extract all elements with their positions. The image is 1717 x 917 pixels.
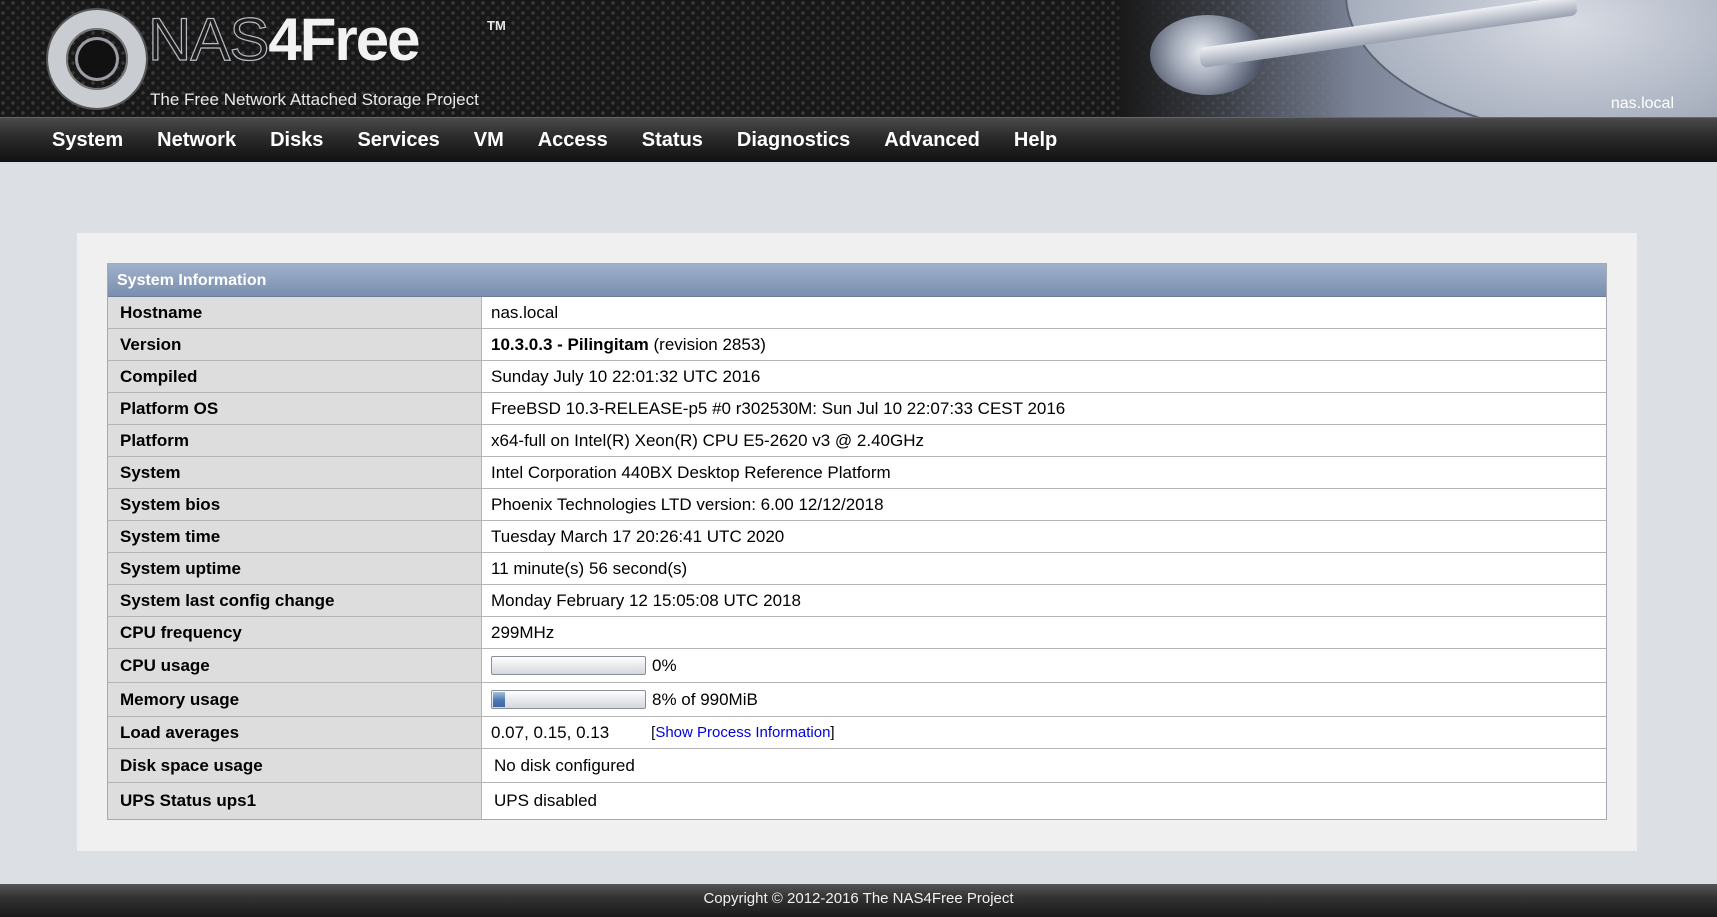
logo-name-bold: 4Free xyxy=(268,6,420,73)
footer: Copyright © 2012-2016 The NAS4Free Proje… xyxy=(0,884,1717,917)
table-title: System Information xyxy=(108,264,1606,297)
table-row-version: Version 10.3.0.3 - Pilingitam (revision … xyxy=(108,329,1606,361)
show-process-information-link[interactable]: Show Process Information xyxy=(655,724,830,741)
nav-item-vm[interactable]: VM xyxy=(457,118,521,163)
row-label: Platform OS xyxy=(108,393,482,424)
table-row-load-averages: Load averages 0.07, 0.15, 0.13 [Show Pro… xyxy=(108,717,1606,749)
logo-tagline: The Free Network Attached Storage Projec… xyxy=(150,90,479,109)
nav-item-help[interactable]: Help xyxy=(997,118,1074,163)
row-value: 0.07, 0.15, 0.13 [Show Process Informati… xyxy=(482,717,1606,748)
row-label: Memory usage xyxy=(108,683,482,716)
row-value: 8% of 990MiB xyxy=(482,683,1606,716)
memory-usage-bar-fill xyxy=(493,692,506,707)
row-value: 0% xyxy=(482,649,1606,682)
row-value: Tuesday March 17 20:26:41 UTC 2020 xyxy=(491,526,785,546)
cpu-usage-bar xyxy=(491,656,646,675)
row-label: Compiled xyxy=(108,361,482,392)
table-row-compiled: Compiled Sunday July 10 22:01:32 UTC 201… xyxy=(108,361,1606,393)
nav-item-network[interactable]: Network xyxy=(140,118,253,163)
version-number: 10.3.0.3 - Pilingitam xyxy=(491,334,649,354)
cpu-usage-text: 0% xyxy=(652,655,677,675)
nav-item-advanced[interactable]: Advanced xyxy=(867,118,997,163)
row-label: System xyxy=(108,457,482,488)
bracket-close: ] xyxy=(830,724,835,741)
table-row-cpu-frequency: CPU frequency 299MHz xyxy=(108,617,1606,649)
table-row-platform-os: Platform OS FreeBSD 10.3-RELEASE-p5 #0 r… xyxy=(108,393,1606,425)
logo-name-light: NAS xyxy=(147,5,270,73)
header-banner: NAS4Free TM The Free Network Attached St… xyxy=(0,0,1717,117)
row-label: CPU frequency xyxy=(108,617,482,648)
nav-item-disks[interactable]: Disks xyxy=(253,118,340,163)
nas4free-logo-icon[interactable] xyxy=(48,10,146,108)
row-value: Intel Corporation 440BX Desktop Referenc… xyxy=(491,462,891,482)
table-row-cpu-usage: CPU usage 0% xyxy=(108,649,1606,683)
row-value: 299MHz xyxy=(491,622,555,642)
row-value: nas.local xyxy=(491,302,559,322)
row-value: No disk configured xyxy=(494,755,635,775)
process-info-link-wrap: [Show Process Information] xyxy=(651,724,834,741)
row-value: UPS disabled xyxy=(494,791,598,810)
table-row-last-config-change: System last config change Monday Februar… xyxy=(108,585,1606,617)
table-row-hostname: Hostname nas.local xyxy=(108,297,1606,329)
row-label: Version xyxy=(108,329,482,360)
nav-item-status[interactable]: Status xyxy=(625,118,720,163)
table-row-platform: Platform x64-full on Intel(R) Xeon(R) CP… xyxy=(108,425,1606,457)
row-value: Phoenix Technologies LTD version: 6.00 1… xyxy=(491,494,884,514)
system-information-table: System Information Hostname nas.local Ve… xyxy=(107,263,1607,820)
table-row-system-bios: System bios Phoenix Technologies LTD ver… xyxy=(108,489,1606,521)
version-revision: (revision 2853) xyxy=(653,334,766,354)
row-value: FreeBSD 10.3-RELEASE-p5 #0 r302530M: Sun… xyxy=(491,398,1066,418)
row-label: System last config change xyxy=(108,585,482,616)
row-label: System time xyxy=(108,521,482,552)
row-value: Monday February 12 15:05:08 UTC 2018 xyxy=(491,590,801,610)
row-value: Sunday July 10 22:01:32 UTC 2016 xyxy=(491,366,761,386)
table-row-disk-space-usage: Disk space usage No disk configured xyxy=(108,749,1606,783)
row-label: System uptime xyxy=(108,553,482,584)
row-label: Platform xyxy=(108,425,482,456)
load-averages-text: 0.07, 0.15, 0.13 xyxy=(491,722,610,742)
row-label: CPU usage xyxy=(108,649,482,682)
nav-item-diagnostics[interactable]: Diagnostics xyxy=(720,118,867,163)
memory-usage-text: 8% of 990MiB xyxy=(652,689,758,709)
row-label: Hostname xyxy=(108,297,482,328)
row-value: x64-full on Intel(R) Xeon(R) CPU E5-2620… xyxy=(491,430,924,450)
table-row-system: System Intel Corporation 440BX Desktop R… xyxy=(108,457,1606,489)
nav-item-services[interactable]: Services xyxy=(340,118,456,163)
footer-copyright: Copyright © 2012-2016 The NAS4Free Proje… xyxy=(703,890,1014,907)
logo-wordmark[interactable]: NAS4Free xyxy=(147,4,420,76)
memory-usage-bar xyxy=(491,690,646,709)
row-value: 10.3.0.3 - Pilingitam (revision 2853) xyxy=(482,329,1606,360)
table-row-ups-status: UPS Status ups1 UPS disabled xyxy=(108,783,1606,819)
row-label: UPS Status ups1 xyxy=(108,783,482,819)
row-value: 11 minute(s) 56 second(s) xyxy=(491,558,688,578)
row-label: System bios xyxy=(108,489,482,520)
table-row-system-uptime: System uptime 11 minute(s) 56 second(s) xyxy=(108,553,1606,585)
header-hostname: nas.local xyxy=(1610,95,1674,112)
nav-item-access[interactable]: Access xyxy=(521,118,625,163)
row-label: Disk space usage xyxy=(108,749,482,782)
nav-item-system[interactable]: System xyxy=(35,118,140,163)
table-row-system-time: System time Tuesday March 17 20:26:41 UT… xyxy=(108,521,1606,553)
row-label: Load averages xyxy=(108,717,482,748)
table-row-memory-usage: Memory usage 8% of 990MiB xyxy=(108,683,1606,717)
content-panel: System Information Hostname nas.local Ve… xyxy=(77,233,1637,851)
logo-trademark: TM xyxy=(487,18,506,33)
main-nav: System Network Disks Services VM Access … xyxy=(0,117,1717,162)
